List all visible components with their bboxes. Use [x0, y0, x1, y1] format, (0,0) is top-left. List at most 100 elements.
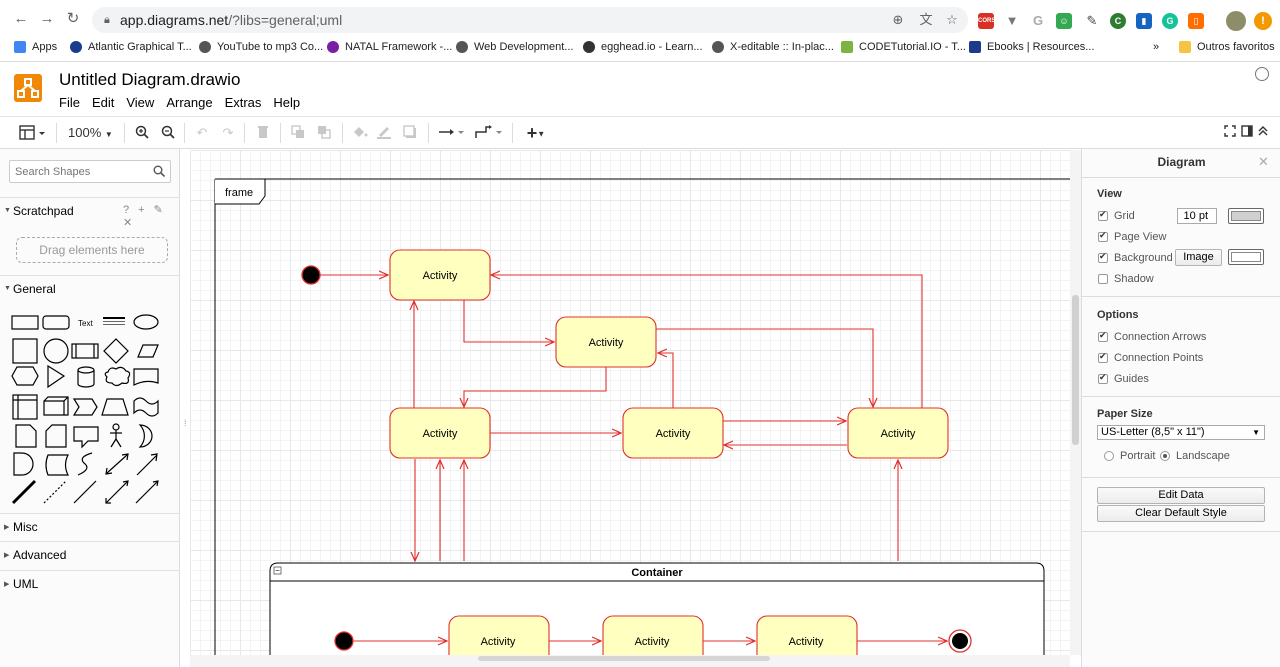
bookmark-item[interactable]: Ebooks | Resources... [969, 39, 1094, 55]
initial-state-node[interactable] [301, 265, 321, 285]
grid-size-input[interactable]: 10 pt [1177, 208, 1217, 224]
trapezoid-shape[interactable] [101, 398, 129, 416]
callout-shape[interactable] [73, 426, 99, 449]
fill-color-icon[interactable] [352, 125, 368, 141]
scratchpad-drop-zone[interactable]: Drag elements here [16, 237, 168, 263]
connector[interactable] [656, 328, 873, 407]
delay-shape[interactable] [13, 452, 34, 476]
connection-points-checkbox[interactable]: Connection Points [1098, 351, 1203, 364]
cors-extension-icon[interactable]: CORS [978, 13, 995, 29]
scratchpad-tools[interactable]: ? + ✎ ✕ [123, 203, 180, 229]
add-icon[interactable]: ⊕ [890, 12, 906, 28]
vertical-scrollbar[interactable] [1072, 295, 1079, 445]
line-shape[interactable] [73, 480, 97, 504]
connector[interactable] [464, 367, 607, 407]
menu-arrange[interactable]: Arrange [166, 95, 212, 110]
landscape-radio[interactable]: Landscape [1160, 450, 1230, 462]
star-icon[interactable]: ☆ [944, 12, 960, 28]
connector[interactable] [463, 300, 554, 342]
bookmark-item[interactable]: Apps [14, 39, 57, 55]
portrait-radio[interactable]: Portrait [1104, 450, 1155, 462]
insert-plus-icon[interactable]: +▼ [522, 124, 550, 142]
to-back-icon[interactable] [316, 125, 332, 141]
search-icon[interactable] [153, 165, 165, 177]
hexagon-shape[interactable] [11, 366, 39, 386]
connection-arrows-checkbox[interactable]: Connection Arrows [1098, 330, 1206, 343]
menu-view[interactable]: View [126, 95, 154, 110]
edit-data-button[interactable]: Edit Data [1097, 487, 1265, 504]
forward-arrow-icon[interactable]: → [38, 10, 56, 28]
cylinder-shape[interactable] [77, 366, 95, 388]
activity-node[interactable]: Activity [389, 407, 491, 459]
close-icon[interactable]: ✕ [1258, 154, 1269, 170]
cube-shape[interactable] [43, 396, 69, 416]
square-shape[interactable] [12, 338, 38, 364]
book-extension-icon[interactable]: ▮ [1136, 13, 1152, 29]
connector[interactable] [658, 353, 674, 408]
back-arrow-icon[interactable]: ← [12, 10, 30, 28]
guides-checkbox[interactable]: Guides [1098, 372, 1149, 385]
zoom-in-icon[interactable] [134, 125, 150, 141]
cloud-shape[interactable] [104, 366, 131, 387]
grammarly-extension-icon[interactable]: G [1162, 13, 1178, 29]
menu-extras[interactable]: Extras [225, 95, 262, 110]
menu-file[interactable]: File [59, 95, 80, 110]
grammar-extension-icon[interactable]: ☺ [1056, 13, 1072, 29]
background-color-swatch[interactable] [1228, 249, 1264, 265]
horizontal-scrollbar[interactable] [478, 656, 770, 661]
waypoints-icon[interactable] [474, 125, 504, 141]
double-arrow-line-shape[interactable] [105, 480, 129, 504]
activity-node[interactable]: Activity [448, 615, 550, 655]
collapse-container-icon[interactable] [273, 566, 282, 575]
actor-shape[interactable] [110, 423, 122, 448]
translate-icon[interactable]: 文 [918, 12, 934, 28]
process-shape[interactable] [71, 343, 99, 359]
internal-storage-shape[interactable] [12, 394, 38, 420]
language-globe-icon[interactable] [1255, 67, 1269, 81]
eyedropper-extension-icon[interactable]: ✎ [1084, 13, 1100, 29]
bookmark-folder[interactable]: Outros favoritos [1179, 39, 1275, 55]
advanced-section[interactable]: ▶ Advanced [0, 541, 180, 567]
bookmark-item[interactable]: YouTube to mp3 Co... [199, 39, 323, 55]
view-panels-button[interactable] [18, 125, 48, 141]
search-shapes-input[interactable] [15, 164, 150, 180]
activity-node[interactable]: Activity [756, 615, 858, 655]
card-shape[interactable] [45, 424, 67, 448]
connection-style-icon[interactable] [438, 125, 466, 141]
time-extension-icon[interactable]: C [1110, 13, 1126, 29]
shadow-checkbox[interactable]: Shadow [1098, 273, 1154, 285]
menu-edit[interactable]: Edit [92, 95, 114, 110]
line-color-icon[interactable] [376, 125, 392, 141]
document-shape[interactable] [133, 368, 159, 386]
directional-line-shape[interactable] [135, 480, 159, 504]
tape-shape[interactable] [133, 397, 159, 417]
office-extension-icon[interactable]: ▯ [1188, 13, 1204, 29]
grid-color-swatch[interactable] [1228, 208, 1264, 224]
activity-node[interactable]: Activity [622, 407, 724, 459]
uml-section[interactable]: ▶ UML [0, 570, 180, 596]
format-panel-icon[interactable] [1240, 125, 1254, 141]
page-view-checkbox[interactable]: Page View [1098, 230, 1166, 243]
circle-shape[interactable] [43, 338, 69, 364]
zoom-dropdown[interactable]: 100% ▼ [68, 125, 118, 141]
collapse-chevron-up-icon[interactable] [1256, 125, 1270, 141]
rectangle-shape[interactable] [11, 315, 39, 330]
vue-extension-icon[interactable]: ▼ [1004, 13, 1020, 29]
zoom-out-icon[interactable] [160, 125, 176, 141]
activity-node[interactable]: Activity [389, 249, 491, 301]
panel-title[interactable]: Diagram [1082, 155, 1280, 169]
final-state-node[interactable] [948, 629, 972, 653]
avatar[interactable] [1226, 11, 1246, 31]
bidirectional-arrow-shape[interactable] [105, 453, 129, 475]
dashed-line-shape[interactable] [43, 480, 67, 504]
bookmark-item[interactable]: Atlantic Graphical T... [70, 39, 192, 55]
diamond-shape[interactable] [103, 338, 129, 364]
curve-shape[interactable] [77, 452, 93, 476]
activity-node[interactable]: Activity [555, 316, 657, 368]
scratchpad-section[interactable]: ▼ Scratchpad ? + ✎ ✕ [0, 197, 180, 229]
thick-line-shape[interactable] [11, 479, 37, 505]
clear-default-style-button[interactable]: Clear Default Style [1097, 505, 1265, 522]
step-shape[interactable] [72, 398, 98, 416]
general-section[interactable]: ▼ General [0, 275, 180, 301]
paper-size-select[interactable]: US-Letter (8,5" x 11") ▼ [1097, 425, 1265, 440]
